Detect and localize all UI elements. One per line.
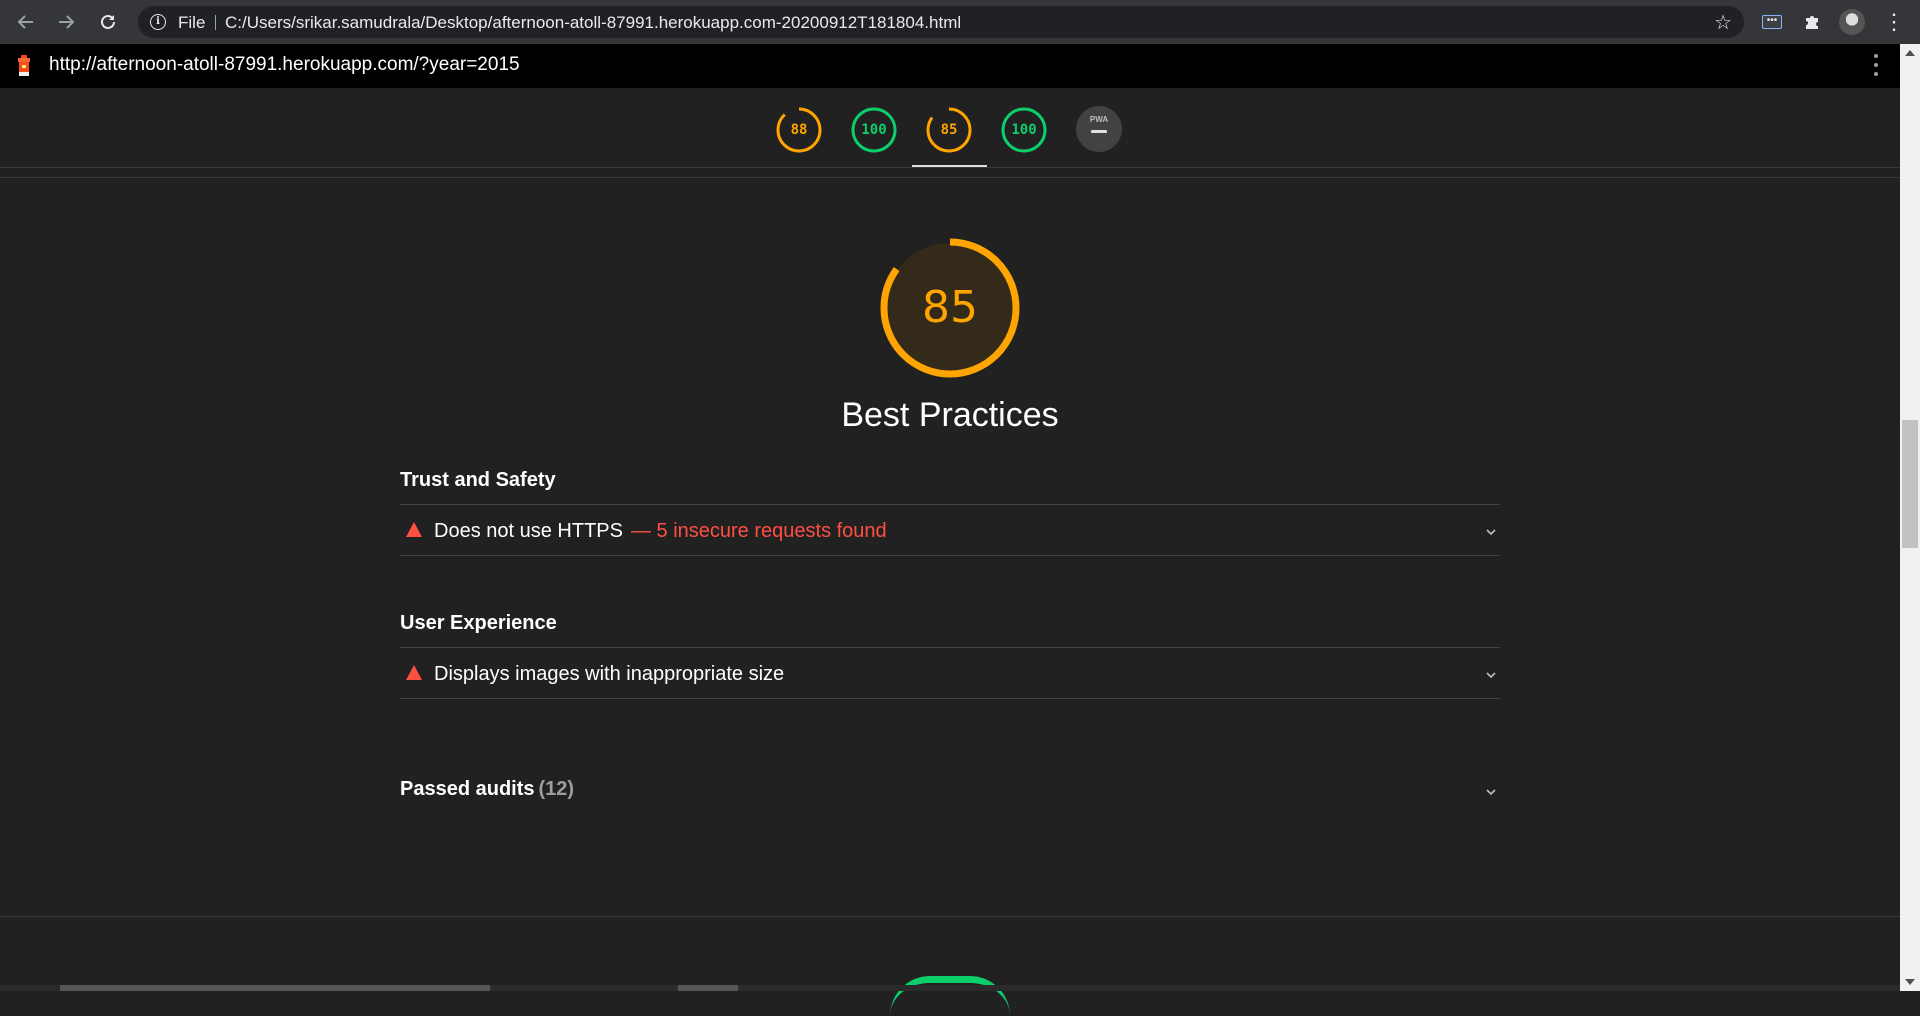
- performance-gauge[interactable]: 88: [775, 106, 823, 154]
- category-score: 85: [922, 282, 978, 333]
- url-scheme-label: File: [178, 13, 206, 32]
- passed-audits-toggle[interactable]: Passed audits (12): [400, 778, 1500, 804]
- accessibility-gauge[interactable]: 100: [850, 106, 898, 154]
- chevron-down-icon[interactable]: [1486, 787, 1496, 797]
- chevron-down-icon[interactable]: [1486, 527, 1496, 537]
- vertical-scrollbar[interactable]: [1900, 44, 1920, 991]
- address-separator: [215, 15, 216, 30]
- audit-image-size-responsive[interactable]: Displays images with inappropriate size: [400, 647, 1500, 699]
- kebab-menu-icon[interactable]: [1874, 54, 1878, 76]
- address-bar[interactable]: i File C:/Users/srikar.samudrala/Desktop…: [138, 6, 1744, 38]
- kebab-menu-icon[interactable]: ⋮: [1882, 9, 1906, 34]
- back-arrow-icon[interactable]: [14, 10, 38, 34]
- best-practices-score: 85: [940, 122, 958, 138]
- info-icon[interactable]: i: [150, 14, 166, 30]
- audit-is-on-https[interactable]: Does not use HTTPS — 5 insecure requests …: [400, 504, 1500, 556]
- best-practices-gauge[interactable]: 85: [925, 106, 973, 154]
- scrollbar-thumb[interactable]: [1902, 420, 1918, 548]
- passed-audits-label: Passed audits: [400, 778, 535, 800]
- passed-audits-count: (12): [538, 778, 575, 800]
- avatar[interactable]: [1839, 9, 1865, 35]
- accessibility-score: 100: [861, 122, 887, 138]
- pwa-dash-icon: [1091, 130, 1107, 133]
- performance-score: 88: [790, 122, 808, 138]
- pwa-label: PWA: [1089, 115, 1109, 124]
- pwa-gauge[interactable]: PWA: [1076, 106, 1122, 152]
- header-divider: [0, 177, 1900, 178]
- section-divider: [0, 916, 1900, 917]
- puzzle-icon[interactable]: [1800, 10, 1824, 34]
- scroll-up-arrow-icon[interactable]: [1905, 50, 1915, 56]
- group-title-user-experience: User Experience: [400, 612, 557, 634]
- seo-gauge[interactable]: 100: [1000, 106, 1048, 154]
- selected-tab-indicator: [912, 165, 987, 167]
- extension-dots-icon[interactable]: •••: [1760, 10, 1784, 34]
- audit-title: Displays images with inappropriate size: [434, 663, 785, 685]
- lighthouse-icon: [18, 55, 30, 76]
- next-category-gauge: [890, 976, 1010, 1016]
- group-title-trust-and-safety: Trust and Safety: [400, 469, 556, 491]
- scrollbar-thumb[interactable]: [678, 985, 738, 991]
- report-topbar: http://afternoon-atoll-87991.herokuapp.c…: [0, 44, 1900, 88]
- chevron-down-icon[interactable]: [1486, 670, 1496, 680]
- report-url[interactable]: http://afternoon-atoll-87991.herokuapp.c…: [49, 54, 520, 76]
- fail-triangle-icon: [406, 522, 422, 537]
- audit-title: Does not use HTTPS: [434, 520, 623, 542]
- address-url[interactable]: C:/Users/srikar.samudrala/Desktop/aftern…: [225, 13, 961, 33]
- star-icon[interactable]: ☆: [1714, 10, 1732, 35]
- reload-icon[interactable]: [96, 10, 120, 34]
- browser-toolbar: i File C:/Users/srikar.samudrala/Desktop…: [0, 0, 1920, 44]
- scrollbar-thumb[interactable]: [60, 985, 490, 991]
- fail-triangle-icon: [406, 665, 422, 680]
- forward-arrow-icon[interactable]: [54, 10, 78, 34]
- category-gauge: 85: [878, 236, 1022, 380]
- score-gauges-nav: 88 100 85 100 PWA: [0, 88, 1900, 168]
- scroll-down-arrow-icon[interactable]: [1905, 979, 1915, 985]
- category-title: Best Practices: [841, 396, 1059, 434]
- seo-score: 100: [1011, 122, 1037, 138]
- audit-display-value: — 5 insecure requests found: [630, 520, 887, 542]
- horizontal-scrollbar[interactable]: [0, 985, 1900, 991]
